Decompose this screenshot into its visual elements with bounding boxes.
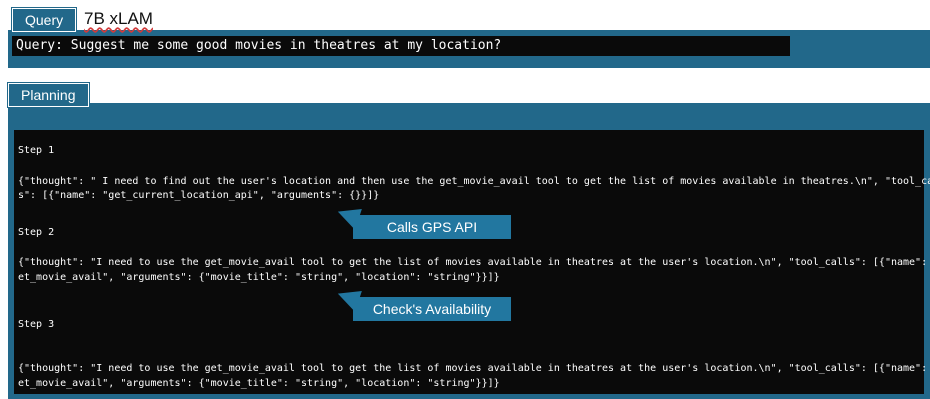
step-1-label: Step 1 <box>18 145 55 156</box>
step-2-line-2: et_movie_avail", "arguments": {"movie_ti… <box>18 272 500 283</box>
callout-gps-label: Calls GPS API <box>386 219 478 235</box>
callout-gps: Calls GPS API <box>334 202 511 239</box>
model-label: 7B xLAM <box>84 9 153 29</box>
tab-planning[interactable]: Planning <box>8 83 89 107</box>
step-3-label: Step 3 <box>18 319 55 330</box>
callout-availability: Check's Availability <box>334 284 511 321</box>
model-name: 7B xLAM <box>84 9 153 28</box>
step-1-line-2: s": [{"name": "get_current_location_api"… <box>18 190 380 201</box>
tab-query[interactable]: Query <box>12 8 77 32</box>
step-2-label: Step 2 <box>18 227 55 238</box>
callout-availability-label: Check's Availability <box>372 301 492 317</box>
step-3-line-2: et_movie_avail", "arguments": {"movie_ti… <box>18 378 500 389</box>
planning-output: Step 1 {"thought": " I need to find out … <box>14 130 930 394</box>
query-text: Query: Suggest me some good movies in th… <box>12 36 790 56</box>
